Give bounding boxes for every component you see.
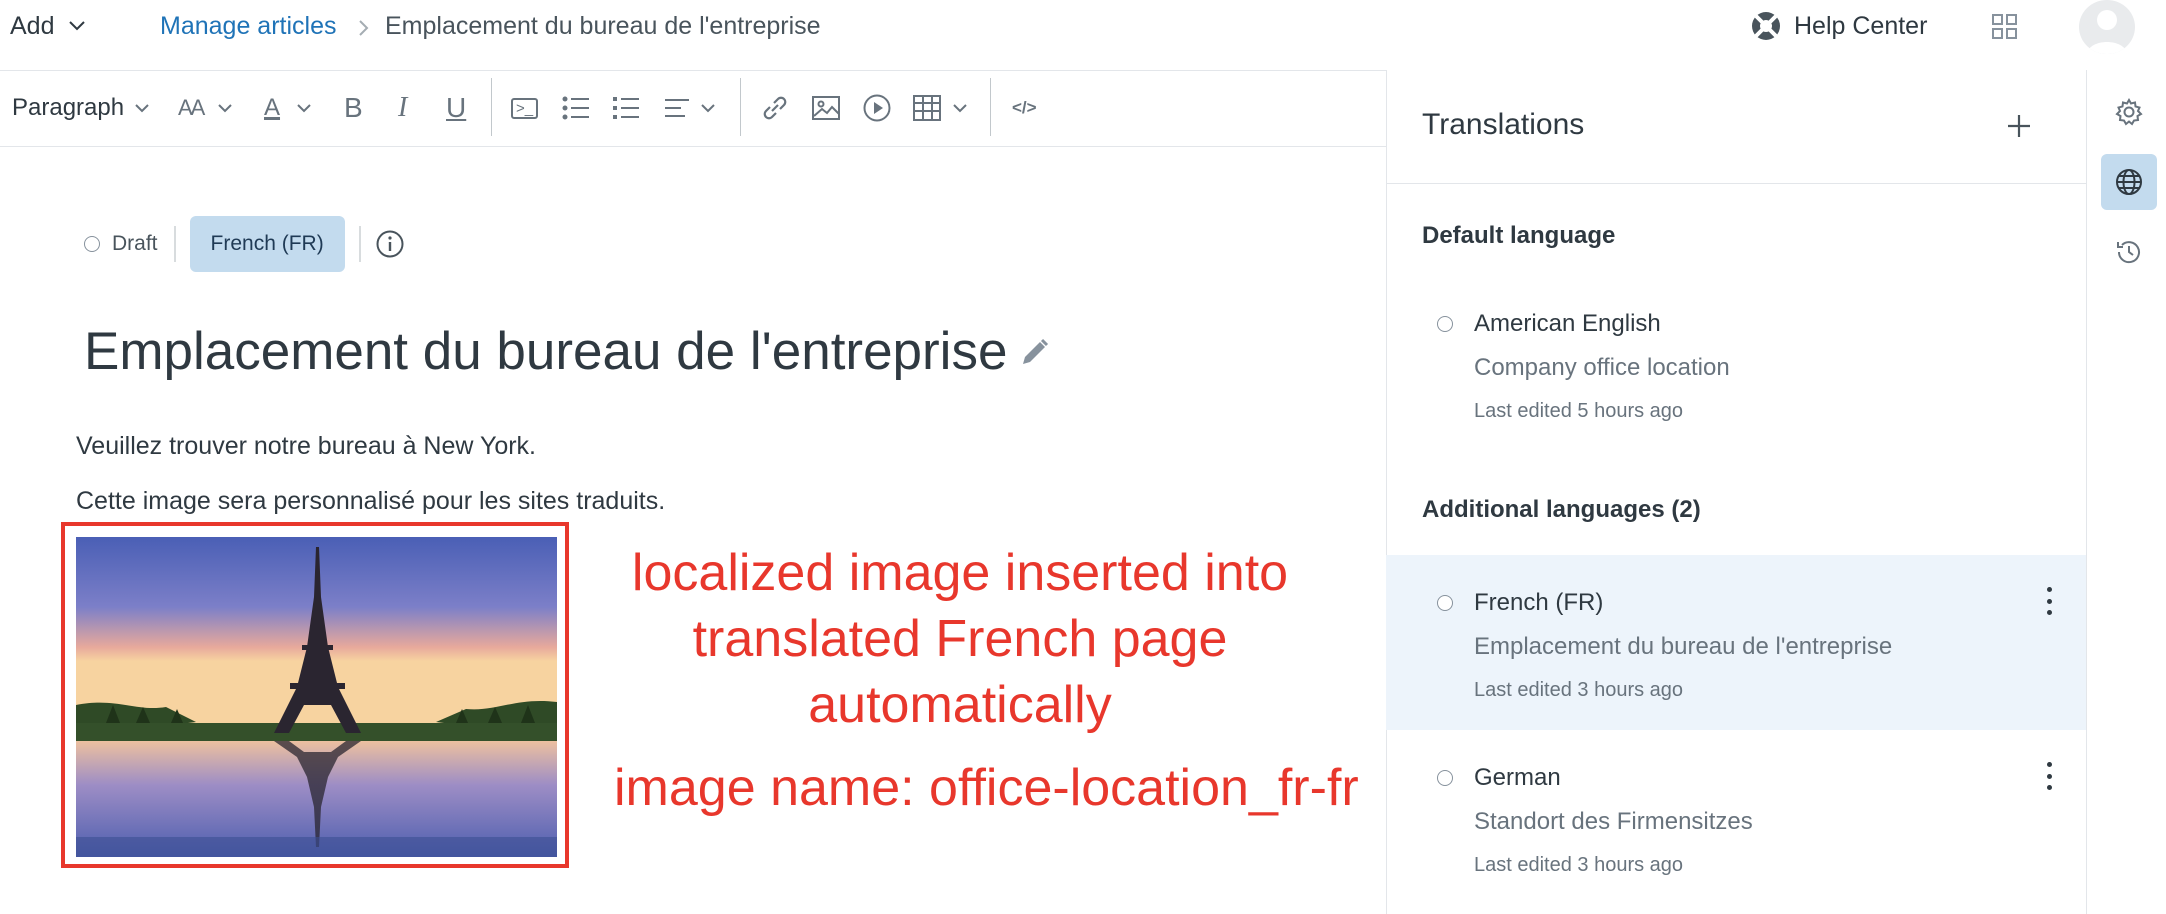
font-size-dropdown[interactable]: AA <box>178 88 233 128</box>
translations-panel-title: Translations <box>1422 108 1585 141</box>
avatar-icon[interactable] <box>2079 0 2135 54</box>
article-title[interactable]: Emplacement du bureau de l'entreprise <box>84 316 1007 388</box>
toolbar-divider <box>740 78 741 136</box>
apps-grid-icon[interactable] <box>1990 12 2020 42</box>
formatting-toolbar: Paragraph AA A B I U >_ </> <box>0 70 1386 147</box>
paragraph-style-dropdown[interactable]: Paragraph <box>12 88 150 128</box>
paragraph-style-label: Paragraph <box>12 94 125 121</box>
code-block-icon: >_ <box>511 97 539 119</box>
italic-button[interactable]: I <box>398 88 407 128</box>
source-code-button[interactable]: </> <box>1012 88 1037 128</box>
body-paragraph[interactable]: Veuillez trouver notre bureau à New York… <box>76 429 536 463</box>
code-block-button[interactable]: >_ <box>511 88 539 128</box>
help-center-link[interactable]: Help Center <box>1750 8 1927 44</box>
draft-status[interactable]: Draft <box>84 232 174 256</box>
additional-languages-heading: Additional languages (2) <box>1422 496 1701 523</box>
language-item-german[interactable]: German Standort des Firmensitzes Last ed… <box>1386 730 2086 905</box>
image-icon[interactable] <box>811 88 841 128</box>
chevron-down-icon <box>700 103 716 113</box>
draft-radio-icon <box>84 236 100 252</box>
kebab-icon[interactable] <box>2036 583 2062 619</box>
info-icon[interactable] <box>375 229 405 259</box>
article-status-bar: Draft French (FR) <box>84 216 405 272</box>
link-icon[interactable] <box>760 88 790 128</box>
language-item-french[interactable]: French (FR) Emplacement du bureau de l'e… <box>1386 555 2086 730</box>
help-center-label: Help Center <box>1794 11 1928 40</box>
draft-label: Draft <box>112 232 158 255</box>
chevron-down-icon <box>134 103 150 113</box>
font-color-icon: A <box>264 94 281 121</box>
annotation-line: translated French page <box>692 610 1228 668</box>
font-color-dropdown[interactable]: A <box>264 88 312 128</box>
status-divider <box>173 226 176 262</box>
align-icon <box>664 96 690 120</box>
font-size-icon: AA <box>178 95 205 120</box>
chevron-down-icon <box>68 20 86 32</box>
table-dropdown[interactable] <box>912 88 968 128</box>
language-radio-icon <box>1437 316 1453 332</box>
language-selector-pill[interactable]: French (FR) <box>189 216 345 272</box>
video-icon[interactable] <box>862 88 892 128</box>
numbered-list-icon[interactable] <box>612 88 640 128</box>
language-article-title: Emplacement du bureau de l'entreprise <box>1474 633 1893 660</box>
language-item-american-english[interactable]: American English Company office location… <box>1386 276 2086 451</box>
breadcrumb-current-page: Emplacement du bureau de l'entreprise <box>385 12 821 40</box>
chevron-down-icon <box>296 103 312 113</box>
language-article-title: Company office location <box>1474 354 1730 381</box>
plus-icon[interactable] <box>2005 112 2033 140</box>
language-radio-icon <box>1437 595 1453 611</box>
eiffel-tower-image[interactable] <box>76 537 557 857</box>
add-label: Add <box>10 11 55 40</box>
chevron-down-icon <box>217 103 233 113</box>
breadcrumb-manage-articles[interactable]: Manage articles <box>160 10 336 42</box>
chevron-right-icon <box>355 12 373 42</box>
kebab-icon[interactable] <box>2036 758 2062 794</box>
annotation-line: automatically <box>808 676 1112 734</box>
bold-button[interactable]: B <box>344 88 363 128</box>
language-radio-icon <box>1437 770 1453 786</box>
globe-icon[interactable] <box>2101 154 2157 210</box>
body-paragraph[interactable]: Cette image sera personnalisé pour les s… <box>76 484 665 518</box>
chevron-down-icon <box>952 103 968 113</box>
language-article-title: Standort des Firmensitzes <box>1474 808 1753 835</box>
alignment-dropdown[interactable] <box>664 88 716 128</box>
language-name: German <box>1474 764 1561 791</box>
history-icon[interactable] <box>2101 224 2157 280</box>
add-menu-button[interactable]: Add <box>10 10 86 42</box>
language-last-edited: Last edited 3 hours ago <box>1474 854 1684 876</box>
toolbar-divider <box>491 78 492 136</box>
status-divider <box>358 226 361 262</box>
toolbar-divider <box>990 78 991 136</box>
default-language-heading: Default language <box>1422 222 1616 249</box>
pencil-icon[interactable] <box>1019 336 1051 368</box>
language-last-edited: Last edited 5 hours ago <box>1474 400 1684 422</box>
language-last-edited: Last edited 3 hours ago <box>1474 679 1684 701</box>
language-name: American English <box>1474 310 1661 337</box>
language-name: French (FR) <box>1474 589 1604 616</box>
bulleted-list-icon[interactable] <box>562 88 590 128</box>
help-center-icon <box>1750 10 1782 42</box>
annotation-image-name: image name: office-location_fr-fr <box>614 759 1359 817</box>
underline-button[interactable]: U <box>446 88 466 128</box>
table-icon <box>912 94 942 122</box>
annotation-line: localized image inserted into <box>631 544 1289 602</box>
gear-icon[interactable] <box>2101 84 2157 140</box>
